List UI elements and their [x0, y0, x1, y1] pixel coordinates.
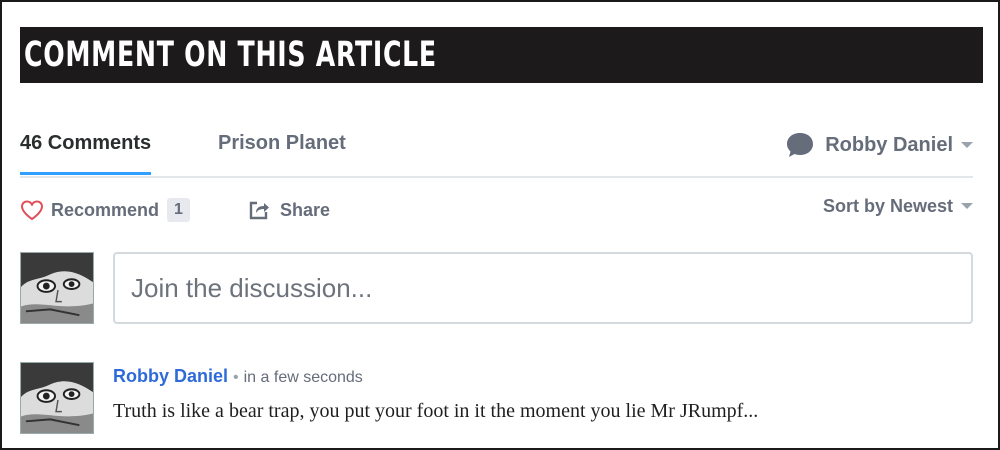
- comment-widget: COMMENT ON THIS ARTICLE 46 Comments Pris…: [0, 0, 1000, 450]
- thread-actions: Recommend 1 Share Sort by Newest: [20, 194, 973, 228]
- chat-bubble-icon: [785, 130, 815, 160]
- comment-tabs: 46 Comments Prison Planet Robby Daniel: [20, 120, 973, 178]
- comment-meta: Robby Daniel • in a few seconds: [113, 366, 363, 387]
- banner-title: COMMENT ON THIS ARTICLE: [24, 35, 437, 75]
- share-button[interactable]: Share: [248, 194, 330, 226]
- comment-body: Truth is like a bear trap, you put your …: [113, 400, 759, 422]
- sort-label: Sort by Newest: [822, 195, 953, 216]
- user-name: Robby Daniel: [825, 133, 953, 156]
- avatar[interactable]: [20, 252, 94, 324]
- sort-dropdown[interactable]: Sort by Newest: [823, 194, 973, 218]
- discussion-input[interactable]: [115, 254, 971, 322]
- caret-down-icon: [961, 203, 973, 209]
- comment-composer[interactable]: [113, 252, 973, 324]
- recommend-count-badge: 1: [167, 198, 190, 222]
- comment-author-link[interactable]: Robby Daniel: [113, 366, 228, 387]
- meta-separator: •: [233, 369, 239, 386]
- section-banner: COMMENT ON THIS ARTICLE: [20, 27, 983, 83]
- heart-icon: [20, 200, 44, 221]
- tab-community[interactable]: Prison Planet: [218, 132, 346, 155]
- avatar[interactable]: [20, 362, 94, 434]
- share-label: Share: [280, 199, 331, 220]
- recommend-button[interactable]: Recommend 1: [20, 194, 190, 226]
- comment-timestamp[interactable]: in a few seconds: [244, 369, 363, 387]
- tab-comments[interactable]: 46 Comments: [20, 132, 152, 175]
- caret-down-icon: [961, 142, 973, 148]
- share-icon: [249, 201, 269, 220]
- user-menu[interactable]: Robby Daniel: [785, 130, 973, 160]
- recommend-label: Recommend: [51, 199, 160, 220]
